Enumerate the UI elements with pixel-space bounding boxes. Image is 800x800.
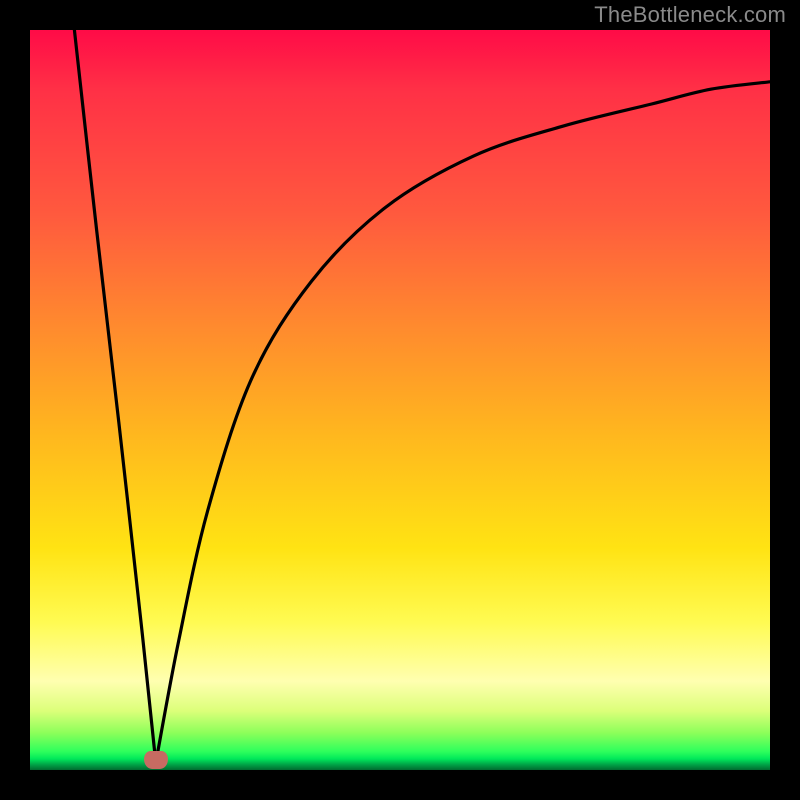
plot-area bbox=[30, 30, 770, 770]
optimal-point-marker bbox=[144, 751, 168, 769]
bottleneck-curve bbox=[30, 30, 770, 770]
chart-frame: TheBottleneck.com bbox=[0, 0, 800, 800]
curve-path bbox=[74, 30, 770, 763]
watermark-text: TheBottleneck.com bbox=[594, 2, 786, 28]
